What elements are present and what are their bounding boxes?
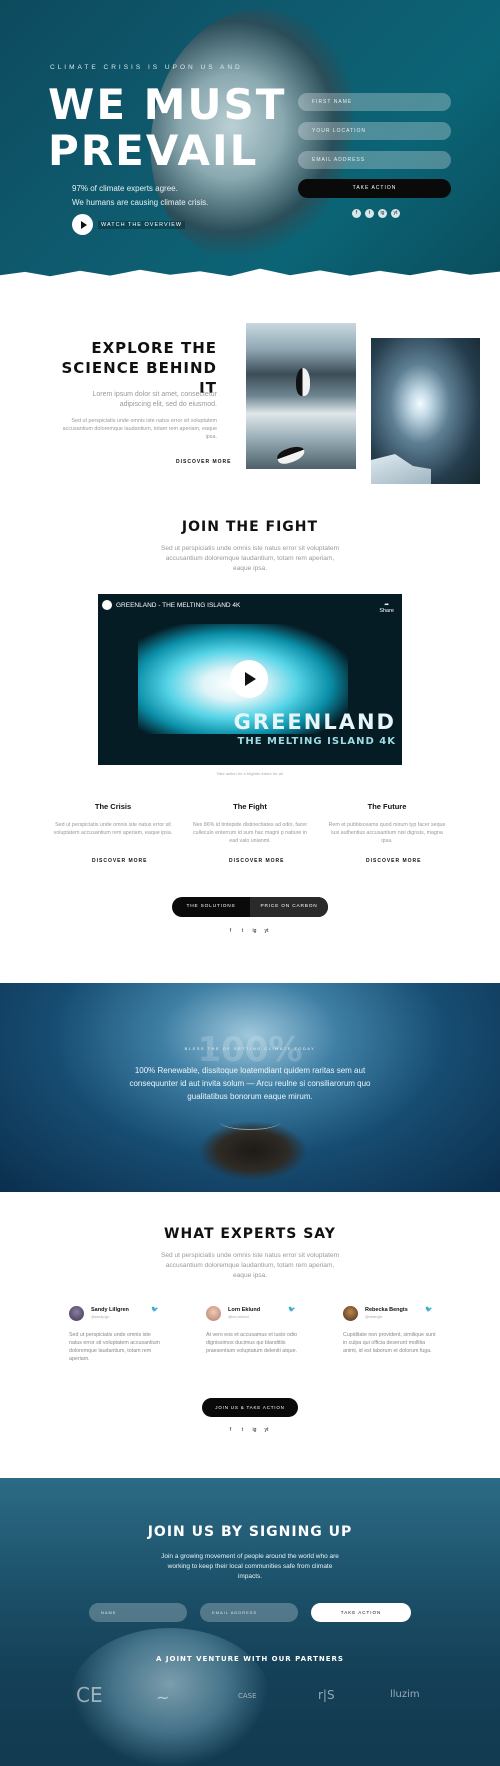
video-caption: Take action for a brighter future for al…: [216, 771, 284, 776]
hero-stat-1: 97% of climate experts agree.: [72, 184, 178, 193]
twitter-icon[interactable]: 🐦: [425, 1306, 432, 1313]
instagram-icon[interactable]: ig: [250, 1426, 259, 1435]
partner-logo: ~: [156, 1688, 170, 1707]
share-label: Share: [379, 608, 394, 614]
twitter-icon[interactable]: 🐦: [288, 1306, 295, 1313]
explore-discover-link[interactable]: DISCOVER MORE: [176, 459, 232, 465]
partner-logo: CASE: [238, 1692, 257, 1700]
hero-stat-2: We humans are causing climate crisis.: [72, 198, 209, 207]
expert-name: Rebecka Bengts: [365, 1307, 408, 1313]
sea-turtle-photo: [198, 1121, 308, 1181]
play-icon: [80, 220, 87, 229]
hero-kicker: CLIMATE CRISIS IS UPON US AND: [50, 64, 243, 71]
ice-floe: [371, 454, 431, 484]
youtube-icon[interactable]: yt: [262, 1426, 271, 1435]
expert-handle: @sandy.lgn: [91, 1315, 110, 1319]
col-link-fight[interactable]: DISCOVER MORE: [229, 858, 285, 864]
partner-logo: lluzim: [390, 1689, 420, 1700]
explore-title-line1: EXPLORE THE: [91, 339, 217, 357]
expert-name: Lorn Eklund: [228, 1307, 261, 1313]
video-player[interactable]: GREENLAND - THE MELTING ISLAND 4K ➦ Share…: [98, 594, 402, 765]
ocean-ice-photo: [371, 338, 480, 484]
share-button[interactable]: ➦ Share: [379, 602, 394, 614]
col-body-crisis: Sed ut perspiciatis unde omnis iste natu…: [53, 822, 173, 836]
signup-title: JOIN US BY SIGNING UP: [147, 1524, 353, 1540]
twitter-icon[interactable]: t: [238, 927, 247, 936]
avatar: [343, 1306, 358, 1321]
expert-quote: Sed ut perspiciatis unde omnis iste natu…: [69, 1332, 160, 1362]
expert-handle: @rebengts: [365, 1315, 383, 1319]
first-name-input[interactable]: FIRST NAME: [298, 93, 451, 111]
avatar: [206, 1306, 221, 1321]
facebook-icon[interactable]: f: [226, 1426, 235, 1435]
col-body-fight: Nes 86% id tintepide distinectiates ad o…: [192, 822, 308, 844]
fight-body: Sed ut perspiciatis unde omnis iste natu…: [160, 545, 340, 572]
video-overlay-subtitle: THE MELTING ISLAND 4K: [237, 736, 396, 747]
twitter-icon[interactable]: 🐦: [151, 1306, 158, 1313]
expert-name: Sandy Lillgren: [91, 1307, 129, 1313]
partner-logo: CE: [76, 1683, 103, 1707]
signature-graphic: [220, 1114, 280, 1130]
partners-title: A JOINT VENTURE WITH OUR PARTNERS: [156, 1655, 344, 1663]
penguin-figure: [275, 443, 307, 467]
youtube-icon[interactable]: yt: [391, 209, 400, 218]
signup-name-input[interactable]: NAME: [89, 1603, 187, 1622]
video-title[interactable]: GREENLAND - THE MELTING ISLAND 4K: [116, 602, 240, 609]
penguin-figure: [296, 368, 310, 396]
hero-title: WE MUST PREVAIL: [48, 82, 286, 174]
price-on-carbon-button[interactable]: PRICE ON CARBON: [250, 897, 328, 917]
avatar: [69, 1306, 84, 1321]
experts-body: Sed ut perspiciatis unde omnis iste natu…: [160, 1252, 340, 1279]
play-icon: [245, 672, 256, 686]
penguins-photo: [246, 323, 356, 469]
ocean-kicker: BLESS THE OF SETTING CLIMATE TODAY: [184, 1046, 316, 1051]
experts-title: WHAT EXPERTS SAY: [164, 1226, 336, 1242]
ocean-quote: 100% Renewable, dissitoque loatemdiant q…: [129, 1066, 371, 1101]
facebook-icon[interactable]: f: [226, 927, 235, 936]
channel-icon: [102, 600, 112, 610]
video-overlay-title: GREENLAND: [233, 710, 396, 734]
col-link-crisis[interactable]: DISCOVER MORE: [92, 858, 148, 864]
play-overview-button[interactable]: [72, 214, 93, 235]
hero-title-line1: WE MUST: [48, 80, 287, 129]
signup-take-action-button[interactable]: TAKE ACTION: [311, 1603, 411, 1622]
signup-body: Join a growing movement of people around…: [161, 1553, 339, 1580]
expert-quote: Cupiditate non provident, similique sunt…: [343, 1332, 436, 1354]
twitter-icon[interactable]: t: [365, 209, 374, 218]
video-play-button[interactable]: [230, 660, 268, 698]
hero-title-line2: PREVAIL: [48, 126, 259, 175]
instagram-icon[interactable]: ig: [250, 927, 259, 936]
partner-logo: r|S: [318, 1688, 335, 1702]
col-body-future: Rem et pubbisceams quod mirum typ facer …: [328, 822, 446, 844]
join-take-action-button[interactable]: JOIN US & TAKE ACTION: [202, 1398, 298, 1417]
explore-body: Sed ut perspiciatis unde omnis iste natu…: [62, 418, 217, 440]
col-title-crisis: The Crisis: [94, 802, 132, 811]
fight-title: JOIN THE FIGHT: [181, 519, 319, 535]
col-title-future: The Future: [367, 802, 407, 811]
solutions-pill-group: THE SOLUTIONS PRICE ON CARBON: [172, 897, 328, 917]
signup-email-input[interactable]: EMAIL ADDRESS: [200, 1603, 298, 1622]
email-input[interactable]: EMAIL ADDRESS: [298, 151, 451, 169]
expert-quote: At vero eos et accusamus et iusto odio d…: [206, 1332, 297, 1354]
explore-title: EXPLORE THE SCIENCE BEHIND IT: [60, 338, 217, 398]
instagram-icon[interactable]: ig: [378, 209, 387, 218]
solutions-button[interactable]: THE SOLUTIONS: [172, 897, 250, 917]
signup-section: [0, 1478, 500, 1766]
location-input[interactable]: YOUR LOCATION: [298, 122, 451, 140]
twitter-icon[interactable]: t: [238, 1426, 247, 1435]
col-link-future[interactable]: DISCOVER MORE: [366, 858, 422, 864]
expert-handle: @lorn.eklund: [228, 1315, 249, 1319]
torn-paper-edge: [0, 268, 500, 280]
col-title-fight: The Fight: [233, 802, 267, 811]
take-action-button[interactable]: TAKE ACTION: [298, 179, 451, 198]
explore-lead: Lorem ipsum dolor sit amet, consectetur …: [92, 391, 218, 408]
youtube-icon[interactable]: yt: [262, 927, 271, 936]
watch-overview-link[interactable]: WATCH THE OVERVIEW: [98, 221, 186, 229]
facebook-icon[interactable]: f: [352, 209, 361, 218]
